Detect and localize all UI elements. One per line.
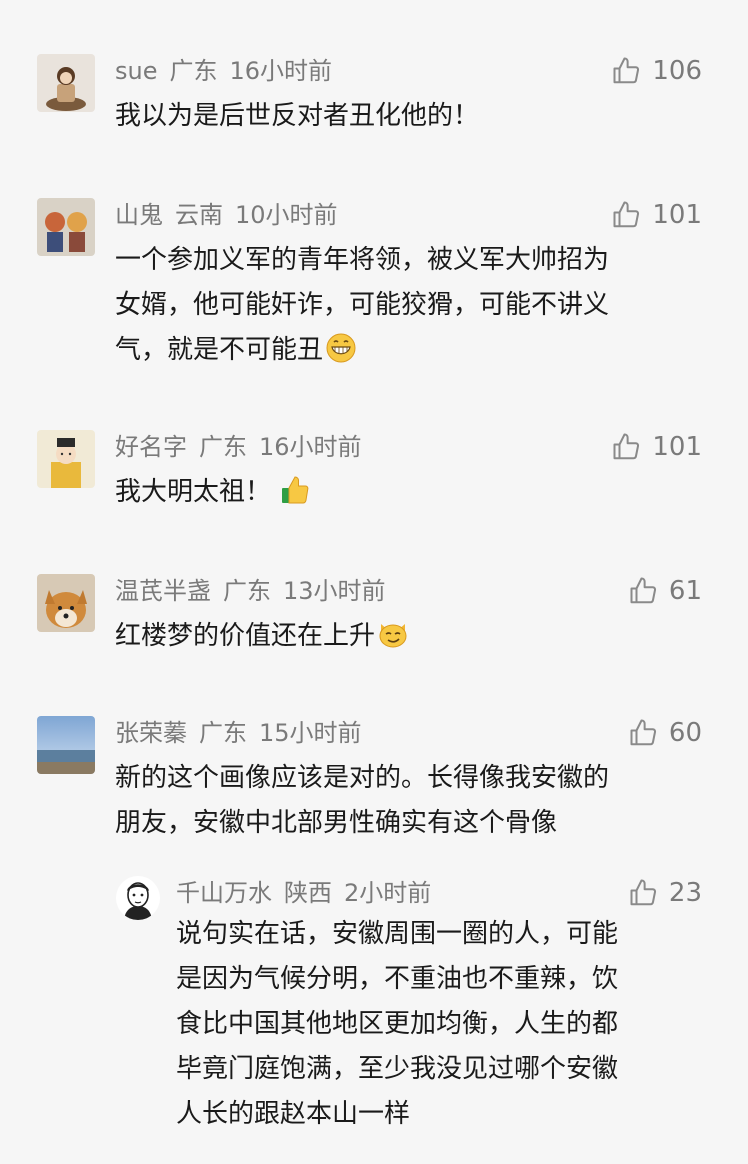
like-button[interactable]: 101: [612, 432, 702, 462]
like-button[interactable]: 60: [629, 718, 702, 748]
thumbs-up-outline-icon: [613, 433, 640, 460]
timestamp: 2小时前: [344, 879, 432, 907]
region: 广东: [169, 57, 218, 85]
reply-text: 说句实在话，安徽周围一圈的人，可能 是因为气候分明，不重油也不重辣，饮 食比中国…: [176, 912, 618, 1137]
region: 广东: [199, 433, 247, 461]
comment-meta: 温芪半盏 广东 13小时前: [115, 576, 398, 606]
comment-line: 我以为是后世反对者丑化他的！: [115, 101, 480, 131]
comment-text: 新的这个画像应该是对的。长得像我安徽的 朋友，安徽中北部男性确实有这个骨像: [115, 756, 609, 846]
thumbs-up-outline-icon: [613, 57, 640, 84]
thumbs-up-outline-icon: [630, 719, 656, 746]
comment-text: 我以为是后世反对者丑化他的！: [115, 94, 479, 139]
smirking-cat-emoji: [377, 618, 409, 650]
grinning-emoji: [325, 332, 357, 364]
comment-line: 新的这个画像应该是对的。长得像我安徽的: [115, 763, 610, 793]
timestamp: 13小时前: [283, 577, 386, 605]
comment-meta: 好名字 广东 16小时前: [115, 432, 374, 462]
avatar[interactable]: [37, 54, 95, 112]
like-button[interactable]: 106: [612, 56, 702, 86]
thumbs-up-outline-icon: [630, 879, 656, 906]
reply-line: 毕竟门庭饱满，至少我没见过哪个安徽: [176, 1054, 619, 1084]
reply-meta: 千山万水 陕西 2小时前: [176, 878, 443, 908]
like-count: 101: [652, 432, 702, 462]
reply-line: 是因为气候分明，不重油也不重辣，饮: [176, 964, 619, 994]
like-button[interactable]: 61: [629, 576, 702, 606]
timestamp: 16小时前: [259, 433, 362, 461]
avatar[interactable]: [37, 716, 95, 774]
username[interactable]: 好名字: [115, 433, 187, 461]
thumbs-up-outline-icon: [630, 577, 656, 604]
comment-line: 气，就是不可能丑: [115, 335, 324, 365]
like-count: 61: [668, 576, 702, 606]
comment-meta: 山鬼 云南 10小时前: [115, 200, 350, 230]
username[interactable]: 张荣蓁: [115, 719, 187, 747]
thumbs-up-emoji: [279, 474, 311, 506]
timestamp: 15小时前: [259, 719, 362, 747]
username[interactable]: 山鬼: [115, 201, 163, 229]
like-count: 101: [652, 200, 702, 230]
reply-line: 说句实在话，安徽周围一圈的人，可能: [176, 919, 619, 949]
avatar[interactable]: [116, 876, 160, 920]
comment-line: 朋友，安徽中北部男性确实有这个骨像: [115, 808, 558, 838]
comment-line: 女婿，他可能奸诈，可能狡猾，可能不讲义: [115, 290, 610, 320]
avatar[interactable]: [37, 574, 95, 632]
region: 云南: [175, 201, 223, 229]
like-button[interactable]: 101: [612, 200, 702, 230]
region: 广东: [199, 719, 247, 747]
comment-meta: sue 广东 16小时前: [115, 56, 344, 86]
like-count: 106: [652, 56, 702, 86]
comment-meta: 张荣蓁 广东 15小时前: [115, 718, 374, 748]
timestamp: 10小时前: [235, 201, 338, 229]
comment-text: 我大明太祖！: [115, 470, 311, 515]
region: 广东: [223, 577, 271, 605]
thumbs-up-outline-icon: [613, 201, 640, 228]
avatar[interactable]: [37, 430, 95, 488]
like-count: 60: [668, 718, 702, 748]
username[interactable]: 温芪半盏: [115, 577, 211, 605]
comment-line: 红楼梦的价值还在上升: [115, 621, 376, 651]
comment-text: 红楼梦的价值还在上升: [115, 614, 409, 659]
avatar[interactable]: [37, 198, 95, 256]
comment-text: 一个参加义军的青年将领，被义军大帅招为 女婿，他可能奸诈，可能狡猾，可能不讲义 …: [115, 238, 609, 373]
region: 陕西: [284, 879, 332, 907]
like-count: 23: [668, 878, 702, 908]
username[interactable]: sue: [115, 57, 157, 85]
username[interactable]: 千山万水: [176, 879, 272, 907]
comment-line: 我大明太祖！: [115, 477, 272, 507]
reply-line: 人长的跟赵本山一样: [176, 1099, 411, 1129]
timestamp: 16小时前: [229, 57, 333, 85]
reply-line: 食比中国其他地区更加均衡，人生的都: [176, 1009, 619, 1039]
comment-line: 一个参加义军的青年将领，被义军大帅招为: [115, 245, 610, 275]
like-button[interactable]: 23: [629, 878, 702, 908]
